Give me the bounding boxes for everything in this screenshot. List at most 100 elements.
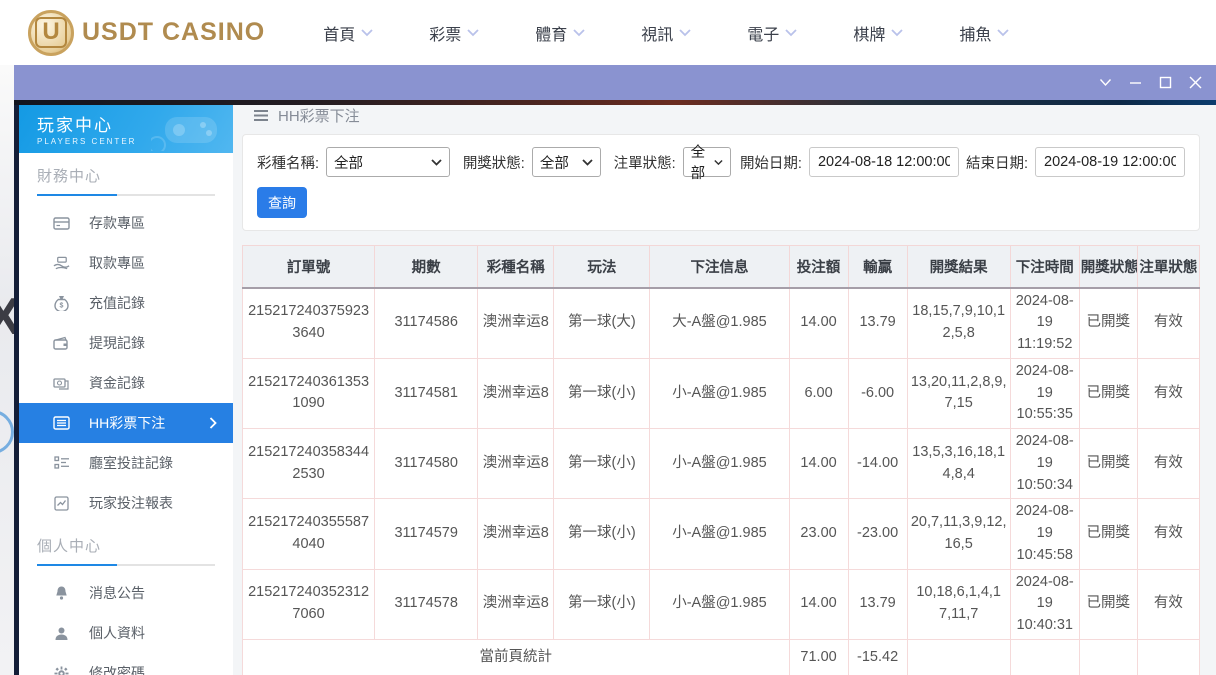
table-cell: 已開獎 xyxy=(1078,498,1138,570)
sidebar-item-label: 個人資料 xyxy=(89,625,145,641)
window-titlebar[interactable] xyxy=(14,65,1216,100)
column-header: 開獎結果 xyxy=(906,245,1011,289)
sidebar-item-label: 存款專區 xyxy=(89,215,145,231)
profile-icon xyxy=(53,626,70,641)
table-cell: 31174578 xyxy=(374,568,479,640)
chevron-down-icon xyxy=(679,28,691,37)
logo-initial: U xyxy=(35,17,67,48)
column-header: 下注時間 xyxy=(1009,245,1080,289)
player-center-window: 玩家中心 PLAYERS CENTER 財務中心存款專區取款專區 $ 充值記錄 提現記… xyxy=(14,65,1216,675)
table-cell: 10,18,6,1,4,17,11,7 xyxy=(906,568,1011,640)
sidebar-item-hall-bet-records[interactable]: 廳室投註記錄 xyxy=(19,443,233,483)
table-cell: 23.00 xyxy=(788,498,849,570)
table-cell: 小-A盤@1.985 xyxy=(649,427,790,500)
nav-item-lottery[interactable]: 彩票 xyxy=(429,21,479,45)
search-button[interactable]: 查詢 xyxy=(257,187,307,218)
chevron-down-icon xyxy=(361,28,373,37)
end-date-label: 結束日期: xyxy=(965,155,1028,172)
bell-icon xyxy=(53,585,70,601)
maximize-icon[interactable] xyxy=(1159,76,1172,89)
chevron-down-icon xyxy=(997,28,1009,37)
table-row: 2152172403759233640 31174586 澳洲幸运8 第一球(大) 大-… xyxy=(241,287,1201,359)
sidebar-item-funds-records[interactable]: 資金記錄 xyxy=(19,363,233,403)
window-body: 玩家中心 PLAYERS CENTER 財務中心存款專區取款專區 $ 充值記錄 提現記… xyxy=(14,105,1216,675)
sidebar-header: 玩家中心 PLAYERS CENTER xyxy=(19,105,233,153)
table-cell: 13,20,11,2,8,9,7,15 xyxy=(906,357,1011,430)
filter-panel: 彩種名稱: 全部 開獎狀態: 全部 注單狀態: 全部 開始日期: 2024-08… xyxy=(242,134,1200,231)
sidebar-section-title: 財務中心 xyxy=(37,168,102,185)
column-header: 投注額 xyxy=(788,245,849,289)
sidebar-item-recharge-records[interactable]: $ 充值記錄 xyxy=(19,283,233,323)
table-cell: 有效 xyxy=(1136,357,1201,430)
nav-label: 捕魚 xyxy=(959,26,992,44)
chevron-down-icon xyxy=(573,28,585,37)
nav-label: 體育 xyxy=(535,26,568,44)
table-cell: 有效 xyxy=(1136,427,1201,500)
table-row: 2152172403523127060 31174578 澳洲幸运8 第一球(小) 小-… xyxy=(241,568,1201,640)
draw-status-label: 開獎狀態: xyxy=(462,155,525,172)
nav-item-fishing[interactable]: 捕魚 xyxy=(959,21,1009,45)
lottery-name-value: 全部 xyxy=(334,155,364,172)
draw-status-select[interactable]: 全部 xyxy=(531,147,601,177)
sidebar-item-label: 消息公告 xyxy=(89,585,145,601)
lottery-name-select[interactable]: 全部 xyxy=(326,147,450,177)
lottery-name-label: 彩種名稱: xyxy=(257,155,320,172)
sidebar-item-change-password[interactable]: 修改密碼 xyxy=(19,653,233,675)
table-cell: 31174580 xyxy=(374,427,479,500)
sidebar-item-withdraw[interactable]: 取款專區 xyxy=(19,243,233,283)
column-header: 注單狀態 xyxy=(1136,245,1201,289)
sidebar-item-hh-lottery-bets[interactable]: HH彩票下注 xyxy=(19,403,233,443)
sidebar-item-announcements[interactable]: 消息公告 xyxy=(19,573,233,613)
nav-item-home[interactable]: 首頁 xyxy=(323,21,373,45)
deposit-icon xyxy=(53,216,70,231)
table-cell: 澳洲幸运8 xyxy=(477,498,555,570)
table-cell: 13.79 xyxy=(847,568,908,640)
nav-item-cards[interactable]: 棋牌 xyxy=(853,21,903,45)
bets-table-card: 訂單號 期數 彩種名稱 玩法 下注信息 投注額 輸贏 開獎結果 下注時間 開獎狀態 注單狀態 2152… xyxy=(241,245,1201,675)
sidebar-item-profile[interactable]: 個人資料 xyxy=(19,613,233,653)
end-date-input[interactable] xyxy=(1035,147,1185,177)
sidebar-item-withdrawal-records[interactable]: 提現記錄 xyxy=(19,323,233,363)
table-cell: 31174579 xyxy=(374,498,479,570)
section-underline xyxy=(37,564,215,566)
sidebar-item-label: HH彩票下注 xyxy=(89,415,166,431)
nav-item-sports[interactable]: 體育 xyxy=(535,21,585,45)
funds-icon xyxy=(53,376,70,391)
summary-win-loss: -15.42 xyxy=(847,638,908,675)
table-cell: 有效 xyxy=(1136,287,1201,359)
logo-coin-icon: U xyxy=(28,9,74,56)
table-cell: 2024-08-19 10:40:31 xyxy=(1009,568,1080,640)
table-cell: 有效 xyxy=(1136,568,1201,640)
table-cell: 14.00 xyxy=(788,568,849,640)
chevron-down-icon[interactable] xyxy=(1099,78,1112,87)
table-cell: 小-A盤@1.985 xyxy=(649,357,790,430)
sidebar-item-player-bet-report[interactable]: 玩家投注報表 xyxy=(19,483,233,523)
report-icon xyxy=(53,495,70,511)
table-cell: 小-A盤@1.985 xyxy=(649,568,790,640)
sidebar-item-deposit[interactable]: 存款專區 xyxy=(19,203,233,243)
minimize-icon[interactable] xyxy=(1129,76,1142,89)
table-cell: 13,5,3,16,18,14,8,4 xyxy=(906,427,1011,500)
recharge-icon: $ xyxy=(53,295,70,311)
column-header: 下注信息 xyxy=(649,245,790,289)
nav-item-slots[interactable]: 電子 xyxy=(747,21,797,45)
site-logo[interactable]: U USDT CASINO xyxy=(28,9,265,56)
menu-icon[interactable] xyxy=(253,109,269,122)
nav-item-video[interactable]: 視訊 xyxy=(641,21,691,45)
table-cell: 2024-08-19 10:50:34 xyxy=(1009,427,1080,500)
start-date-input[interactable] xyxy=(808,147,959,177)
column-header: 玩法 xyxy=(553,245,651,289)
table-cell: 第一球(小) xyxy=(553,568,651,640)
summary-label: 當前頁統計 xyxy=(242,638,790,675)
content: 彩種名稱: 全部 開獎狀態: 全部 注單狀態: 全部 開始日期: 2024-08… xyxy=(233,126,1216,675)
summary-bet-total: 71.00 xyxy=(788,638,849,675)
column-header: 期數 xyxy=(374,245,479,289)
close-icon[interactable] xyxy=(1189,76,1202,89)
table-header-row: 訂單號 期數 彩種名稱 玩法 下注信息 投注額 輸贏 開獎結果 下注時間 開獎狀態 注單狀態 xyxy=(241,245,1201,289)
summary-empty-cell xyxy=(1009,638,1080,675)
table-cell: 6.00 xyxy=(788,357,849,430)
nav-label: 電子 xyxy=(747,26,780,44)
order-status-select[interactable]: 全部 xyxy=(682,145,731,182)
table-cell: -23.00 xyxy=(847,498,908,570)
cashout-icon xyxy=(53,336,70,351)
